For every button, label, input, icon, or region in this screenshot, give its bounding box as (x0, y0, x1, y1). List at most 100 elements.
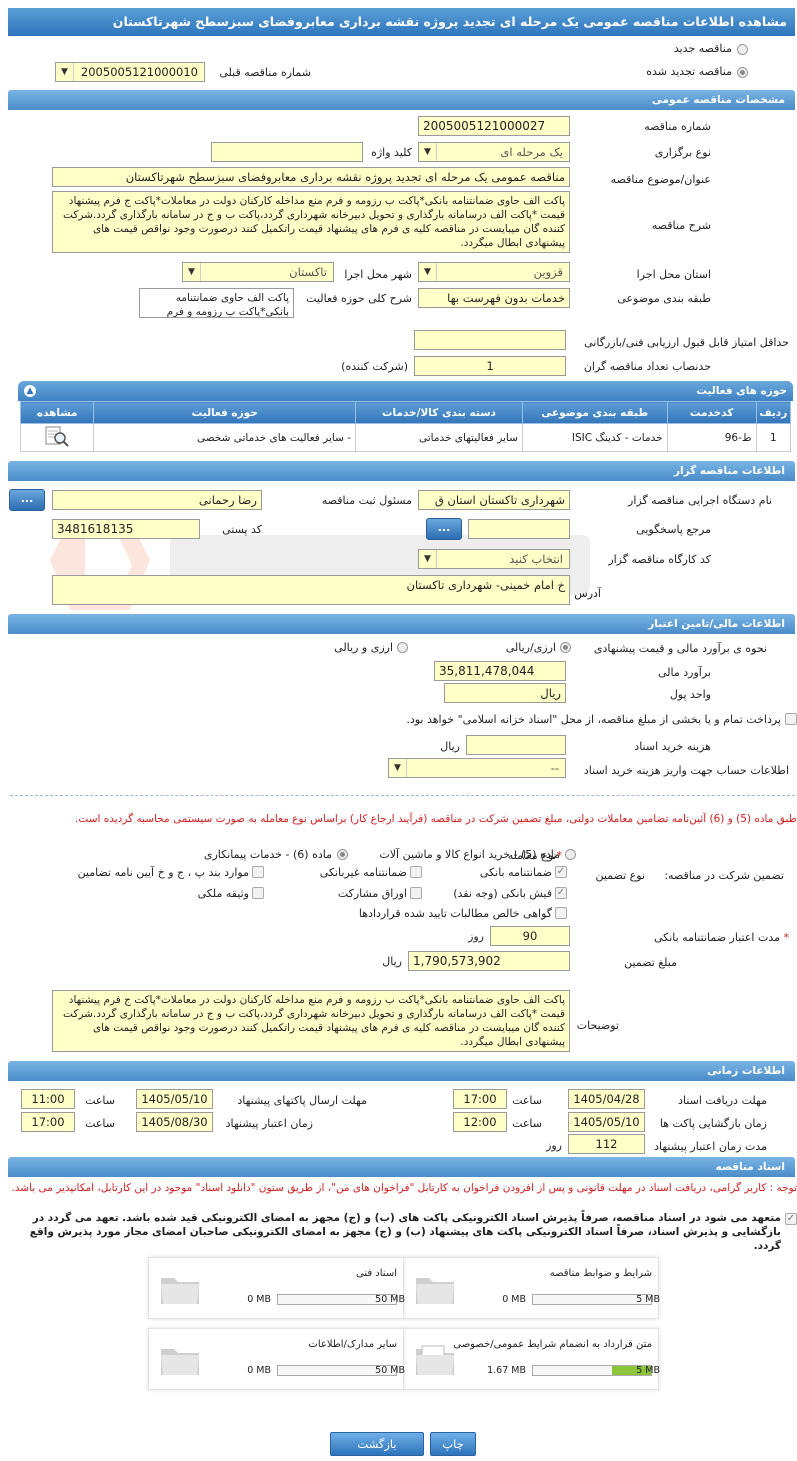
valid-time-field: 17:00 (21, 1112, 75, 1132)
section-finance: اطلاعات مالی/تامین اعتبار (8, 614, 795, 634)
chevron-down-icon: ▼ (419, 263, 437, 281)
category-field: خدمات بدون فهرست بها (418, 288, 570, 308)
type-value: یک مرحله ای (500, 145, 563, 159)
back-button[interactable]: بازگشت (330, 1432, 424, 1456)
prev-number-select[interactable]: ▼ 2005005121000010 (55, 62, 205, 82)
page-title: مشاهده اطلاعات مناقصه عمومی یک مرحله ای … (8, 8, 795, 36)
send-date-field: 1405/05/10 (136, 1089, 213, 1109)
table-cell: - سایر فعالیت های خدماتی شخصی (93, 423, 356, 452)
file-card-terms[interactable]: شرایط و ضوابط مناقصه 5 MB 0 MB (403, 1257, 660, 1319)
guarantee-notice: طبق ماده (5) و (6) آئین‌نامه تضامین معام… (75, 813, 797, 825)
type-label: نوع برگزاری (654, 146, 711, 159)
officer-lookup-button[interactable]: ... (9, 489, 45, 511)
bank-guarantee-checkbox[interactable]: ✓ (555, 866, 567, 878)
subject-label: عنوان/موضوع مناقصه (610, 173, 711, 186)
property-label: وثیقه ملکی (197, 887, 249, 900)
file-max-size: 5 MB (636, 1365, 660, 1376)
nonbank-guarantee-label: ضمانتنامه غیربانکی (319, 866, 407, 879)
new-tender-radio[interactable] (737, 44, 748, 55)
magnifier-document-icon[interactable] (44, 425, 70, 447)
open-time-field: 12:00 (453, 1112, 507, 1132)
activity-label: شرح کلی حوزه فعالیت (306, 292, 412, 305)
account-select[interactable]: ▼ -- (388, 758, 566, 778)
receivables-label: گواهی خالص مطالبات تایید شده قراردادها (358, 907, 552, 920)
category-label: طبقه بندی موضوعی (617, 292, 711, 305)
province-select[interactable]: ▼ قزوین (418, 262, 570, 282)
deal-opt6-radio[interactable] (337, 849, 348, 860)
rial-option-label: ارزی/ریالی (505, 641, 556, 654)
deal-opt5-radio[interactable] (565, 849, 576, 860)
table-cell: 1 (755, 423, 792, 452)
file-card-other[interactable]: سایر مدارک/اطلاعات 50 MB 0 MB (148, 1328, 405, 1390)
type-select[interactable]: ▼ یک مرحله ای (418, 142, 570, 162)
bank-check-checkbox[interactable]: ✓ (555, 887, 567, 899)
estimate-method-label: نحوه ی برآورد مالی و قیمت پیشنهادی (593, 642, 767, 655)
chevron-down-icon: ▼ (389, 759, 407, 777)
file-name: سایر مدارک/اطلاعات (308, 1339, 397, 1350)
account-label: اطلاعات حساب جهت واریز هزینه خرید اسناد (583, 764, 789, 777)
city-value: تاکستان (289, 265, 327, 279)
notes-label: توضیحات (576, 1019, 619, 1032)
ref-lookup-button[interactable]: ... (426, 518, 462, 540)
workshop-label: کد کارگاه مناقصه گزار (608, 553, 711, 566)
chevron-down-icon: ▼ (419, 143, 437, 161)
quorum-field: 1 (414, 356, 566, 376)
islamic-bonds-note: پرداخت تمام و یا بخشی از مبلغ مناقصه، از… (406, 713, 781, 726)
desc-field: پاکت الف حاوی ضمانتنامه بانکی*پاکت ب رزو… (52, 191, 570, 253)
notes-field: پاکت الف حاوی ضمانتنامه بانکی*پاکت ب رزو… (52, 990, 570, 1052)
valid-date-field: 1405/08/30 (136, 1112, 213, 1132)
workshop-value: انتخاب کنید (509, 552, 563, 566)
file-current-size: 0 MB (247, 1294, 271, 1305)
open-time-label: ساعت (512, 1117, 542, 1130)
workshop-select[interactable]: ▼ انتخاب کنید (418, 549, 570, 569)
section-organizer: اطلاعات مناقصه گزار (8, 461, 795, 481)
activity-grid-title: حوزه های فعالیت (696, 385, 787, 397)
folder-icon (416, 1345, 454, 1375)
table-cell: ط-96 (666, 423, 757, 452)
commit-text: متعهد می شود در اسناد مناقصه، صرفاً پذیر… (29, 1212, 781, 1252)
both-radio[interactable] (397, 642, 408, 653)
amount-field: 1,790,573,902 (408, 951, 570, 971)
collapse-icon[interactable]: ▲ (24, 385, 36, 397)
province-value: قزوین (533, 265, 563, 279)
bonds-checkbox[interactable] (410, 887, 422, 899)
chevron-down-icon: ▼ (419, 550, 437, 568)
guarantee-type-label: نوع تضمین (595, 869, 645, 882)
chevron-down-icon: ▼ (183, 263, 201, 281)
file-card-contract[interactable]: متن قرارداد به انضمام شرایط عمومی/خصوصی … (403, 1328, 660, 1390)
col-goods-services: دسته بندی کالا/خدمات (355, 401, 523, 424)
duration-unit: روز (546, 1139, 562, 1152)
col-activity: حوزه فعالیت (93, 401, 356, 424)
receivables-checkbox[interactable] (555, 907, 567, 919)
city-select[interactable]: ▼ تاکستان (182, 262, 334, 282)
min-score-field (414, 330, 566, 350)
print-button[interactable]: چاپ (430, 1432, 476, 1456)
doc-cost-label: هزینه خرید اسناد (634, 740, 711, 753)
valid-label: زمان اعتبار پیشنهاد (225, 1117, 313, 1130)
ref-field (468, 519, 570, 539)
amount-unit: ریال (382, 955, 402, 968)
islamic-bonds-checkbox[interactable] (785, 713, 797, 725)
validity-text: مدت اعتبار ضمانتنامه بانکی (653, 931, 780, 944)
nonbank-guarantee-checkbox[interactable] (410, 866, 422, 878)
file-max-size: 50 MB (375, 1294, 405, 1305)
file-card-technical[interactable]: اسناد فنی 50 MB 0 MB (148, 1257, 405, 1319)
amount-label: مبلغ تضمین (624, 956, 677, 969)
open-date-field: 1405/05/10 (568, 1112, 645, 1132)
file-current-size: 0 MB (502, 1294, 526, 1305)
receive-time-label: ساعت (512, 1094, 542, 1107)
renewed-tender-label: مناقصه تجدید شده (646, 65, 732, 78)
items-b-checkbox[interactable] (252, 866, 264, 878)
folder-icon (416, 1278, 454, 1304)
view-cell[interactable] (19, 423, 95, 452)
commit-checkbox[interactable]: ✓ (785, 1213, 797, 1225)
col-service-code: کدخدمت (666, 401, 757, 424)
rial-radio[interactable] (560, 642, 571, 653)
deal-opt6-label: ماده (6) - خدمات پیمانکاری (203, 848, 332, 861)
quorum-label: حدنصاب تعداد مناقصه گران (583, 360, 711, 373)
new-tender-label: مناقصه جدید (673, 42, 732, 55)
activity-field[interactable]: پاکت الف حاوی ضمانتنامه بانکی*پاکت ب رزو… (139, 288, 294, 318)
renewed-tender-radio[interactable] (737, 67, 748, 78)
property-checkbox[interactable] (252, 887, 264, 899)
validity-field: 90 (490, 926, 570, 946)
